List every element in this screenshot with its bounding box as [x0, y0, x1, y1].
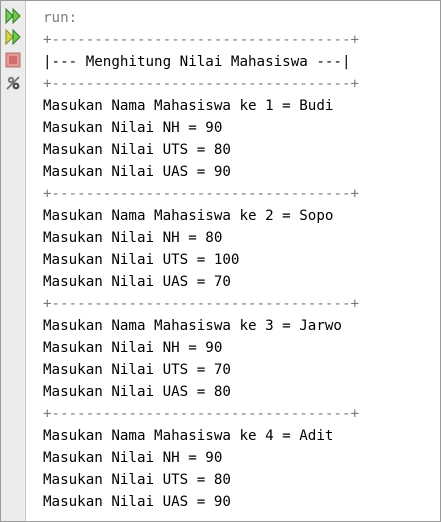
console-line: Masukan Nilai UAS = 70 [43, 274, 231, 290]
console-line: Masukan Nama Mahasiswa ke 4 = Adit [43, 428, 334, 444]
console-line: Masukan Nilai UAS = 90 [43, 494, 231, 510]
rerun-icon[interactable] [4, 7, 22, 25]
console-line: Masukan Nilai UAS = 80 [43, 384, 231, 400]
header-border-bottom: +-----------------------------------+ [43, 76, 360, 92]
output-window: run: +----------------------------------… [0, 0, 441, 522]
header-border-top: +-----------------------------------+ [43, 32, 360, 48]
console-line: Masukan Nilai UTS = 70 [43, 362, 231, 378]
console-line: Masukan Nilai UTS = 80 [43, 142, 231, 158]
stop-icon[interactable] [4, 51, 22, 69]
console-line: Masukan Nilai NH = 90 [43, 120, 223, 136]
console-line: Masukan Nama Mahasiswa ke 3 = Jarwo [43, 318, 342, 334]
header-title: |--- Menghitung Nilai Mahasiswa ---| [43, 54, 351, 70]
console-line: Masukan Nilai UAS = 90 [43, 164, 231, 180]
settings-icon[interactable] [4, 74, 22, 92]
rerun-with-options-icon[interactable] [4, 28, 22, 46]
section-border: +-----------------------------------+ [43, 406, 360, 422]
console-line: Masukan Nilai UTS = 80 [43, 472, 231, 488]
section-border: +-----------------------------------+ [43, 296, 360, 312]
console-line: Masukan Nama Mahasiswa ke 2 = Sopo [43, 208, 334, 224]
run-label: run: [43, 10, 78, 26]
console-line: Masukan Nilai UTS = 100 [43, 252, 240, 268]
console-line: Masukan Nilai NH = 90 [43, 340, 223, 356]
output-toolbar [1, 1, 26, 521]
console-output: run: +----------------------------------… [43, 7, 438, 513]
section-border: +-----------------------------------+ [43, 186, 360, 202]
console-line: Masukan Nilai NH = 90 [43, 450, 223, 466]
console-line: Masukan Nama Mahasiswa ke 1 = Budi [43, 98, 334, 114]
console-line: Masukan Nilai NH = 80 [43, 230, 223, 246]
